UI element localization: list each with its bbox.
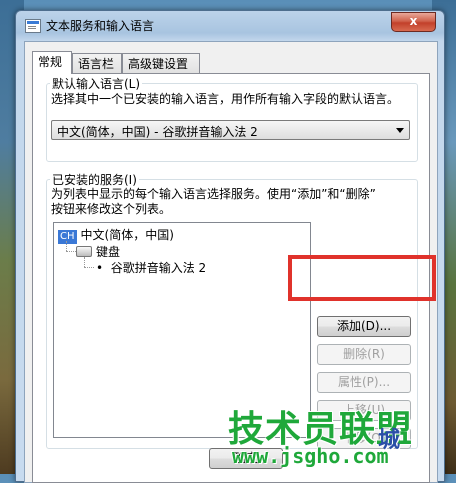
tab-advanced-key-settings[interactable]: 高级键设置 — [122, 53, 200, 73]
tree-connector — [84, 257, 85, 267]
remove-button[interactable]: 删除(R) — [317, 344, 411, 365]
tree-connector — [84, 267, 94, 268]
chevron-down-icon — [396, 128, 404, 133]
watermark-url: www.jsgho.com — [232, 444, 389, 468]
default-language-selected: 中文(简体，中国) - 谷歌拼音输入法 2 — [57, 125, 258, 139]
tree-item-language[interactable]: CH 中文(简体，中国) — [58, 226, 174, 244]
window-title: 文本服务和输入语言 — [46, 19, 155, 33]
keyboard-icon — [76, 246, 92, 257]
tree-item-keyboard[interactable]: 键盘 — [76, 243, 120, 260]
tab-language-bar[interactable]: 语言栏 — [72, 53, 122, 73]
default-language-dropdown[interactable]: 中文(简体，中国) - 谷歌拼音输入法 2 — [51, 120, 410, 140]
tree-connector — [66, 251, 76, 252]
tree-connector — [66, 241, 67, 251]
default-language-group-label: 默认输入语言(L) — [50, 75, 143, 92]
tree-item-language-label: 中文(简体，中国) — [80, 228, 174, 242]
tab-general[interactable]: 常规 — [32, 51, 72, 74]
language-badge: CH — [58, 230, 77, 244]
app-icon — [25, 19, 41, 33]
tree-item-service[interactable]: • 谷歌拼音输入法 2 — [96, 259, 206, 276]
installed-services-group-label: 已安装的服务(I) — [50, 171, 139, 188]
close-button[interactable]: x — [391, 12, 436, 32]
annotation-highlight-box — [288, 255, 436, 301]
installed-services-description-line2: 按钮来修改这个列表。 — [51, 202, 172, 216]
default-language-description: 选择其中一个已安装的输入语言，用作所有输入字段的默认语言。 — [51, 92, 400, 106]
site-watermark: 技术员联盟 城 www.jsgho.com — [228, 400, 450, 474]
bullet-icon: • — [96, 261, 104, 275]
tree-item-service-label: 谷歌拼音输入法 2 — [110, 261, 207, 275]
tree-item-keyboard-label: 键盘 — [96, 245, 121, 259]
add-button[interactable]: 添加(D)... — [317, 316, 411, 337]
title-bar: 文本服务和输入语言 x — [16, 11, 444, 39]
properties-button[interactable]: 属性(P)... — [317, 372, 411, 393]
installed-services-description-line1: 为列表中显示的每个输入语言选择服务。使用“添加”和“删除” — [51, 187, 376, 201]
